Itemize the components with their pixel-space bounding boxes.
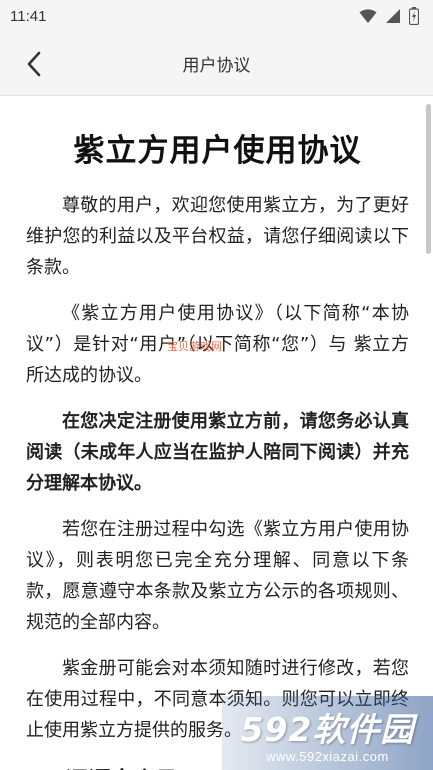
page-title: 用户协议 xyxy=(182,56,251,76)
signal-icon xyxy=(386,9,400,23)
brand-watermark: 592软件园 www.592xiazai.com xyxy=(222,696,433,770)
battery-icon xyxy=(409,7,419,25)
agreement-content[interactable]: 紫立方用户使用协议 尊敬的用户，欢迎您使用紫立方，为了更好维护您的利益以及平台权… xyxy=(0,97,433,770)
paragraph: 尊敬的用户，欢迎您使用紫立方，为了更好维护您的利益以及平台权益，请您仔细阅读以下… xyxy=(26,195,409,278)
app-bar: 用户协议 xyxy=(0,32,433,96)
status-bar: 11:41 xyxy=(0,0,433,32)
chevron-left-icon xyxy=(27,51,41,77)
status-time: 11:41 xyxy=(10,7,47,25)
back-button[interactable] xyxy=(18,48,50,80)
brand-url: www.592xiazai.com xyxy=(266,748,389,764)
paragraph-emphasis: 在您决定注册使用紫立方前，请您务必认真阅读（未成年人应当在监护人陪同下阅读）并充… xyxy=(26,411,409,494)
wifi-icon xyxy=(359,9,377,23)
watermark-text: 宝贝游戏网 xyxy=(167,340,222,353)
scrollbar[interactable] xyxy=(426,104,431,254)
document-title: 紫立方用户使用协议 xyxy=(73,133,362,169)
paragraph: 若您在注册过程中勾选《紫立方用户使用协议》，则表明您已完全充分理解、同意以下条款… xyxy=(26,519,409,633)
status-icons xyxy=(359,7,419,25)
brand-logo: 592软件园 xyxy=(240,709,415,749)
